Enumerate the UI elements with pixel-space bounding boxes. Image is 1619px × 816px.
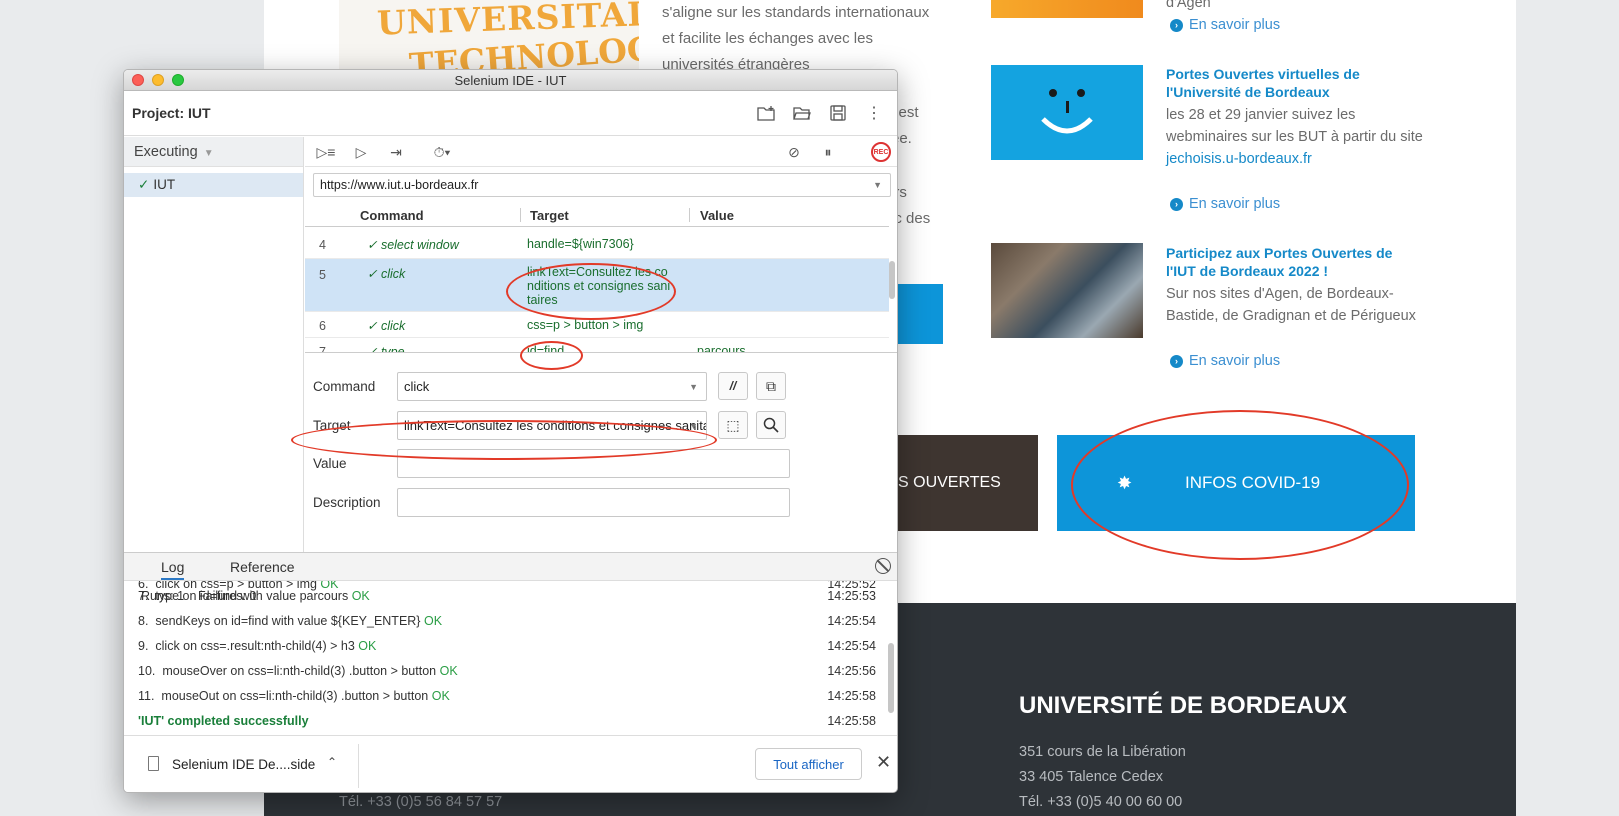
window-titlebar: Selenium IDE - IUT — [124, 70, 897, 91]
clear-log-icon[interactable] — [875, 558, 891, 574]
select-target-icon[interactable]: ⬚ — [718, 411, 748, 439]
caret-down-icon: ▼ — [203, 148, 214, 159]
caret-down-icon: ▼ — [873, 180, 882, 190]
footer-phone: Tél. +33 (0)5 40 00 60 00 — [1019, 794, 1183, 810]
portes-ouvertes-button[interactable]: S OUVERTES — [898, 435, 1038, 531]
table-row[interactable]: 7 ✓ type id=find parcours — [305, 338, 889, 352]
download-item[interactable]: Selenium IDE De....side — [172, 757, 315, 772]
footer-left-phone: Tél. +33 (0)5 56 84 57 57 — [339, 794, 503, 810]
annotation-ellipse — [506, 263, 676, 320]
download-bar: Selenium IDE De....side ⌃ Tout afficher … — [124, 735, 897, 792]
file-icon — [148, 756, 159, 771]
tab-reference[interactable]: Reference — [230, 559, 295, 575]
footer-address-line: 33 405 Talence Cedex — [1019, 769, 1164, 785]
tab-log[interactable]: Log — [161, 559, 185, 580]
news-thumbnail-photo[interactable] — [991, 243, 1143, 338]
annotation-ellipse — [520, 341, 583, 370]
window-title: Selenium IDE - IUT — [454, 73, 567, 88]
new-project-icon[interactable] — [755, 102, 777, 124]
save-project-icon[interactable] — [827, 102, 849, 124]
minimize-window-button[interactable] — [152, 74, 164, 86]
close-icon[interactable]: ✕ — [876, 752, 891, 773]
read-more-link[interactable]: › En savoir plus — [1170, 196, 1280, 212]
playback-toolbar: ▷≡ ▷ ⇥ ⏱▾ ⊘ ⏸ REC — [305, 137, 897, 167]
command-table-header: Command Target Value — [305, 203, 889, 227]
check-icon: ✓ — [138, 177, 150, 192]
open-reference-icon[interactable]: ⧉ — [756, 372, 786, 400]
news-text: les 28 et 29 janvier suivez les webminai… — [1166, 107, 1423, 167]
read-more-link[interactable]: › En savoir plus — [1170, 353, 1280, 369]
log-entry-completed: 'IUT' completed successfully 14:25:58 — [138, 714, 876, 728]
zoom-window-button[interactable] — [172, 74, 184, 86]
intro-paragraph-line: s'aligne sur les standards internationau… — [662, 4, 930, 21]
iut-logo-image: UNIVERSITAIRE TECHNOLOGIE — [339, 0, 639, 70]
footer-address-line: 351 cours de la Libération — [1019, 744, 1186, 760]
blue-button-fragment[interactable] — [897, 284, 943, 344]
chevron-right-icon: › — [1170, 354, 1183, 368]
log-tabs: Log Reference — [124, 553, 897, 581]
log-list: 6. click on css=p > button > img OK 14:25… — [124, 581, 884, 735]
table-row[interactable]: 4 ✓ select window handle=${win7306} — [305, 228, 889, 259]
executing-dropdown[interactable]: Executing ▼ — [124, 137, 303, 167]
base-url-select[interactable]: https://www.iut.u-bordeaux.fr ▼ — [313, 173, 891, 197]
log-scrollbar[interactable] — [888, 643, 894, 713]
command-select[interactable]: click ▼ — [397, 372, 707, 401]
find-target-icon[interactable] — [756, 411, 786, 439]
log-panel: Log Reference 6. click on css=p > button… — [124, 552, 897, 792]
log-entry: 7. type on id=find with value parcours O… — [138, 589, 876, 603]
close-window-button[interactable] — [132, 74, 144, 86]
caret-down-icon: ▼ — [689, 382, 698, 392]
show-all-downloads-button[interactable]: Tout afficher — [755, 748, 862, 780]
project-name[interactable]: Project: IUT — [132, 105, 211, 121]
project-bar: Project: IUT ⋮ — [124, 91, 897, 136]
news-thumbnail-smiley[interactable] — [991, 65, 1143, 160]
smiley-icon — [1041, 89, 1093, 134]
description-input[interactable] — [397, 488, 790, 517]
log-entry: 10. mouseOver on css=li:nth-child(3) .bu… — [138, 664, 876, 678]
news-title[interactable]: Portes Ouvertes virtuelles de l'Universi… — [1166, 65, 1416, 101]
test-editor-main: ▷≡ ▷ ⇥ ⏱▾ ⊘ ⏸ REC https://www.iut.u-bord… — [305, 137, 897, 552]
news-text: Sur nos sites d'Agen, de Bordeaux-Bastid… — [1166, 286, 1416, 324]
footer-title: UNIVERSITÉ DE BORDEAUX — [1019, 692, 1348, 719]
intro-paragraph-line: et facilite les échanges avec les — [662, 30, 873, 47]
log-entry: 11. mouseOut on css=li:nth-child(3) .but… — [138, 689, 876, 703]
chevron-right-icon: › — [1170, 197, 1183, 211]
disable-breakpoints-icon[interactable]: ⊘ — [783, 142, 805, 162]
step-over-icon[interactable]: ⇥ — [385, 142, 407, 162]
read-more-link[interactable]: › En savoir plus — [1170, 17, 1280, 33]
log-entry: 9. click on css=.result:nth-child(4) > h… — [138, 639, 876, 653]
record-button[interactable]: REC — [871, 142, 891, 162]
news-text: d'Agen — [1166, 0, 1211, 11]
chevron-up-icon[interactable]: ⌃ — [327, 755, 337, 769]
open-project-icon[interactable] — [791, 102, 813, 124]
speed-timer-icon[interactable]: ⏱▾ — [425, 142, 459, 162]
annotation-ellipse — [1071, 410, 1409, 560]
run-all-tests-icon[interactable]: ▷≡ — [315, 142, 337, 162]
run-current-test-icon[interactable]: ▷ — [350, 142, 372, 162]
log-entry: 8. sendKeys on id=find with value ${KEY_… — [138, 614, 876, 628]
news-title[interactable]: Participez aux Portes Ouvertes de l'IUT … — [1166, 244, 1416, 280]
chevron-right-icon: › — [1170, 18, 1183, 32]
test-item-iut[interactable]: ✓ IUT — [124, 173, 303, 197]
news-link[interactable]: jechoisis.u-bordeaux.fr — [1166, 151, 1312, 167]
annotation-ellipse — [291, 420, 717, 460]
pause-on-exceptions-icon[interactable]: ⏸ — [817, 142, 839, 162]
test-sidebar: Executing ▼ ✓ IUT Runs: 1 Failures: 0 — [124, 137, 304, 603]
comment-toggle-button[interactable]: // — [718, 372, 748, 400]
news-thumbnail[interactable] — [991, 0, 1143, 18]
more-options-icon[interactable]: ⋮ — [863, 102, 885, 124]
table-scrollbar[interactable] — [889, 261, 895, 299]
